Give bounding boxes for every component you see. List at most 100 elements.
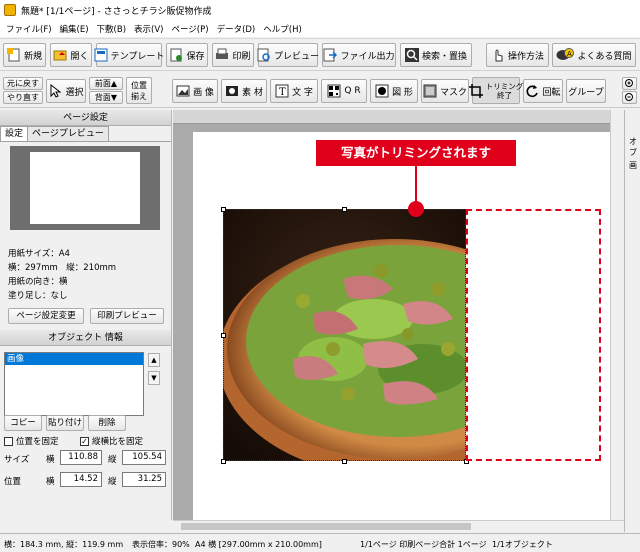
size-label: サイズ [4, 455, 30, 465]
material-button[interactable]: 素 材 [221, 79, 267, 103]
rotate-label: 回転 [542, 87, 561, 98]
paste-button[interactable]: 貼り付け [46, 415, 84, 431]
fix-ratio-checkbox[interactable]: ✓ 縦横比を固定 [80, 435, 143, 447]
resize-handle-t[interactable] [342, 207, 347, 212]
page-thumbnail [10, 146, 160, 230]
orientation-text: 用紙の向き：横 [8, 277, 68, 287]
paper-size-text: 用紙サイズ：A4 [8, 249, 70, 259]
tab-page-preview[interactable]: ページプレビュー [27, 126, 109, 141]
right-panel-tab-2[interactable]: 画 [629, 160, 637, 171]
page-settings-change-button[interactable]: ページ設定変更 [8, 308, 84, 324]
scroll-thumb[interactable] [181, 523, 471, 530]
move-up-button[interactable]: ▲ [148, 353, 160, 367]
left-panel: ページ設定 設定 ページプレビュー 用紙サイズ：A4 横：297mm 縦：210… [0, 110, 172, 520]
new-button[interactable]: 新規 [3, 43, 46, 67]
trim-end-button[interactable]: トリミング 終了 [468, 77, 523, 104]
size-height-field[interactable]: 105.54 [122, 450, 166, 465]
page-settings-header: ページ設定 [0, 110, 171, 126]
send-back-button[interactable]: 背面▼ [89, 91, 123, 104]
image-button[interactable]: 画 像 [172, 79, 218, 103]
zoom-out-button[interactable] [622, 91, 637, 104]
resize-handle-l[interactable] [221, 333, 226, 338]
save-button[interactable]: 保存 [166, 43, 208, 67]
cursor-icon [48, 83, 62, 98]
menu-underlay[interactable]: 下敷(B) [93, 23, 130, 35]
resize-handle-bl[interactable] [221, 459, 226, 464]
menu-data[interactable]: データ(D) [213, 23, 260, 35]
template-icon [94, 48, 108, 62]
print-button[interactable]: 印刷 [212, 43, 254, 67]
list-item[interactable]: 画像 [5, 353, 143, 365]
save-label: 保存 [186, 51, 205, 62]
callout-line [415, 166, 417, 202]
save-icon [169, 48, 183, 62]
size-width-label: 横 [46, 455, 55, 465]
menu-help[interactable]: ヘルプ(H) [259, 23, 306, 35]
rotate-button[interactable]: 回転 [523, 79, 563, 103]
app-icon [4, 4, 16, 16]
mask-button[interactable]: マスク [421, 79, 469, 103]
file-output-button[interactable]: ファイル出力 [322, 43, 396, 67]
template-label: テンプレート [110, 51, 165, 62]
horizontal-ruler [173, 110, 610, 124]
align-button[interactable]: 位置 揃え [126, 77, 152, 104]
qr-button[interactable]: Q R [321, 79, 367, 103]
group-button[interactable]: グループ [566, 79, 606, 103]
redo-button[interactable]: やり直す [3, 91, 43, 104]
file-export-icon [323, 48, 338, 62]
right-panel: オブ 画 [624, 110, 640, 532]
menu-file[interactable]: ファイル(F) [2, 23, 56, 35]
menu-bar: ファイル(F) 編集(E) 下敷(B) 表示(V) ページ(P) データ(D) … [0, 20, 640, 37]
status-dimensions: 横：184.3 mm, 縦：119.9 mm [4, 540, 124, 549]
preview-icon [257, 48, 271, 62]
menu-page[interactable]: ページ(P) [167, 23, 212, 35]
right-panel-tab-1[interactable]: オブ [629, 136, 640, 158]
image-icon [176, 84, 190, 98]
delete-button[interactable]: 削除 [88, 415, 126, 431]
copy-button[interactable]: コピー [4, 415, 42, 431]
status-objects: 1/1オブジェクト [492, 540, 553, 549]
fix-position-checkbox[interactable]: 位置を固定 [4, 435, 59, 447]
resize-handle-tl[interactable] [221, 207, 226, 212]
object-list[interactable]: 画像 [4, 352, 144, 416]
shape-button[interactable]: 図 形 [370, 79, 418, 103]
undo-button[interactable]: 元に戻す [3, 77, 43, 90]
menu-view[interactable]: 表示(V) [130, 23, 167, 35]
print-preview-button[interactable]: 印刷プレビュー [90, 308, 164, 324]
position-x-field[interactable]: 14.52 [60, 472, 102, 487]
menu-edit[interactable]: 編集(E) [56, 23, 93, 35]
page-thumbnail-paper [30, 152, 140, 224]
shape-icon [375, 84, 389, 98]
vertical-scrollbar[interactable] [610, 110, 624, 520]
move-down-button[interactable]: ▼ [148, 371, 160, 385]
hand-pointer-icon [491, 48, 505, 62]
select-button[interactable]: 選択 [46, 79, 86, 103]
preview-button[interactable]: プレビュー [257, 43, 319, 67]
resize-handle-b[interactable] [342, 459, 347, 464]
material-label: 素 材 [242, 87, 263, 98]
file-output-label: ファイル出力 [340, 51, 395, 62]
material-icon [225, 84, 239, 98]
zoom-in-button[interactable] [622, 77, 637, 90]
align-label-2: 揃え [131, 92, 147, 101]
qr-label: Q R [344, 86, 361, 96]
dimensions-text: 横：297mm 縦：210mm [8, 263, 117, 273]
search-replace-label: 検索・置換 [421, 51, 467, 62]
position-y-field[interactable]: 31.25 [122, 472, 166, 487]
faq-button[interactable]: A よくある質問 [552, 43, 636, 67]
new-doc-icon [6, 48, 21, 62]
open-button[interactable]: 開く [50, 43, 92, 67]
search-replace-button[interactable]: 検索・置換 [400, 43, 472, 67]
position-label: 位置 [4, 477, 22, 487]
text-button[interactable]: T 文 字 [270, 79, 318, 103]
bring-front-button[interactable]: 前面▲ [89, 77, 123, 90]
checkbox-empty [4, 436, 13, 446]
template-button[interactable]: テンプレート [94, 43, 165, 67]
faq-icon: A [556, 48, 575, 62]
how-to-button[interactable]: 操作方法 [486, 43, 549, 67]
size-width-field[interactable]: 110.88 [60, 450, 102, 465]
horizontal-scrollbar[interactable] [173, 520, 624, 532]
open-label: 開く [70, 51, 89, 62]
tab-settings[interactable]: 設定 [0, 126, 29, 141]
qr-code-icon [327, 84, 341, 98]
